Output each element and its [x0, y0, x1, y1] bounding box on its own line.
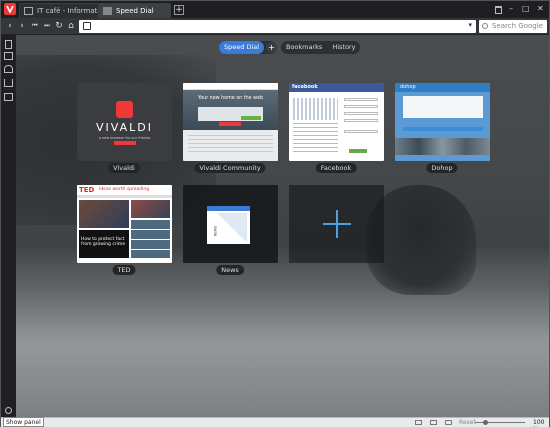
speed-dial-favicon-icon	[103, 7, 112, 15]
new-tab-button[interactable]: +	[174, 5, 184, 15]
tile-icon[interactable]	[415, 420, 422, 425]
tab-title: Speed Dial	[116, 7, 154, 15]
code-icon[interactable]	[445, 420, 452, 425]
thumb-title: VIVALDI	[96, 121, 153, 134]
rewind-icon[interactable]: ⏮	[29, 20, 41, 32]
tab-speed-dial[interactable]: Speed Dial	[98, 3, 171, 18]
add-speed-dial-group-button[interactable]: +	[266, 42, 278, 53]
dial-label[interactable]: Vivaldi Community	[194, 163, 266, 173]
bookmarks-history-tabs: Bookmarks History	[281, 41, 361, 54]
side-panel-bar	[1, 35, 16, 417]
dial-label[interactable]: Facebook	[315, 163, 357, 173]
tab-bookmarks-view[interactable]: Bookmarks	[281, 41, 327, 54]
vivaldi-logo-icon	[116, 101, 133, 118]
dial-label[interactable]: Dohop	[426, 163, 458, 173]
vivaldi-menu-button[interactable]	[4, 3, 16, 15]
thumb-button	[349, 149, 367, 153]
minimize-icon[interactable]: –	[509, 4, 513, 13]
notes-panel-icon[interactable]	[4, 93, 13, 101]
reload-icon[interactable]: ↻	[53, 20, 65, 32]
search-placeholder: Search Google	[492, 22, 543, 30]
speed-dial-page: Speed Dial + Bookmarks History VIVALDI a…	[16, 35, 549, 417]
thumb-subtitle: a new browser for our friends	[98, 136, 151, 140]
url-field[interactable]: ▾	[79, 20, 476, 33]
add-speed-dial-button[interactable]	[289, 185, 384, 263]
thumb-body	[293, 123, 338, 153]
settings-gear-icon[interactable]	[5, 407, 12, 414]
thumb-logo: TED	[79, 186, 95, 194]
thumb-title: facebook	[292, 84, 318, 90]
thumb-tagline: Ideas worth spreading	[99, 187, 150, 192]
folder-text: NEWS	[213, 225, 218, 237]
thumb-form	[403, 96, 483, 118]
site-info-icon[interactable]	[83, 22, 91, 30]
home-icon[interactable]: ⌂	[65, 20, 77, 32]
mail-panel-icon[interactable]	[4, 52, 13, 60]
trash-can-icon[interactable]	[495, 6, 502, 14]
dial-news-folder[interactable]: NEWS	[183, 185, 278, 263]
thumb-field	[344, 112, 378, 115]
dial-label[interactable]: TED	[112, 265, 136, 275]
thumb-title: dohop	[400, 84, 416, 90]
thumb-field	[344, 119, 378, 122]
thumb-images	[395, 138, 490, 155]
thumb-image	[79, 200, 129, 228]
address-bar: ‹ › ⏮ ⏭ ↻ ⌂ ▾ Search Google	[1, 18, 549, 35]
thumb-list	[131, 220, 170, 258]
search-input[interactable]: Search Google	[479, 20, 547, 33]
dial-dohop[interactable]: dohop	[395, 83, 490, 161]
thumb-button	[114, 141, 136, 145]
thumb-body	[188, 135, 273, 155]
thumb-header	[183, 83, 278, 90]
maximize-icon[interactable]: □	[522, 4, 530, 13]
tab-history-view[interactable]: History	[327, 41, 360, 54]
thumb-button	[219, 122, 241, 126]
thumb-field	[344, 130, 378, 133]
zoom-reset[interactable]: Reset	[459, 419, 476, 426]
back-icon[interactable]: ‹	[4, 20, 16, 32]
forward-icon[interactable]: ›	[16, 20, 28, 32]
show-panel-button[interactable]: Show panel	[3, 417, 44, 427]
thumb-bar	[403, 127, 483, 131]
image-icon[interactable]	[430, 420, 437, 425]
plus-icon	[336, 210, 338, 238]
thumb-story: How to protect fact from growing crime	[81, 237, 126, 247]
dial-vivaldi-community[interactable]: Your new home on the web	[183, 83, 278, 161]
tab-speed-dial-view[interactable]: Speed Dial	[219, 41, 265, 54]
thumb-field	[344, 105, 378, 108]
close-window-icon[interactable]: ✕	[537, 4, 544, 13]
thumb-map	[293, 98, 338, 120]
tab-bar: IT café - Informatika Portál × Speed Dia…	[1, 1, 549, 18]
thumb-button	[241, 116, 261, 120]
vivaldi-logo-icon	[6, 5, 14, 13]
downloads-panel-icon[interactable]	[4, 79, 13, 87]
zoom-level: 100 %	[533, 419, 545, 427]
page-favicon-icon	[24, 7, 33, 15]
thumb-title: Your new home on the web	[197, 96, 264, 101]
url-dropdown-icon[interactable]: ▾	[468, 21, 472, 29]
speed-dial-tabs: Speed Dial +	[219, 41, 278, 54]
browser-window: IT café - Informatika Portál × Speed Dia…	[0, 0, 550, 427]
status-bar: Show panel Reset 100 %	[1, 417, 549, 427]
zoom-slider-handle[interactable]	[483, 420, 488, 425]
background-surf	[16, 285, 549, 415]
fastforward-icon[interactable]: ⏭	[41, 20, 53, 32]
dial-ted[interactable]: TED Ideas worth spreading How to protect…	[77, 185, 172, 263]
dial-facebook[interactable]: facebook	[289, 83, 384, 161]
contacts-panel-icon[interactable]	[4, 65, 13, 73]
dial-vivaldi[interactable]: VIVALDI a new browser for our friends	[77, 83, 172, 161]
bookmarks-panel-icon[interactable]	[5, 40, 12, 49]
thumb-nav	[77, 195, 172, 198]
thumb-image	[131, 200, 170, 218]
dial-label[interactable]: News	[216, 265, 244, 275]
thumb-field	[344, 98, 378, 101]
dial-label[interactable]: Vivaldi	[108, 163, 140, 173]
search-icon	[482, 23, 488, 29]
